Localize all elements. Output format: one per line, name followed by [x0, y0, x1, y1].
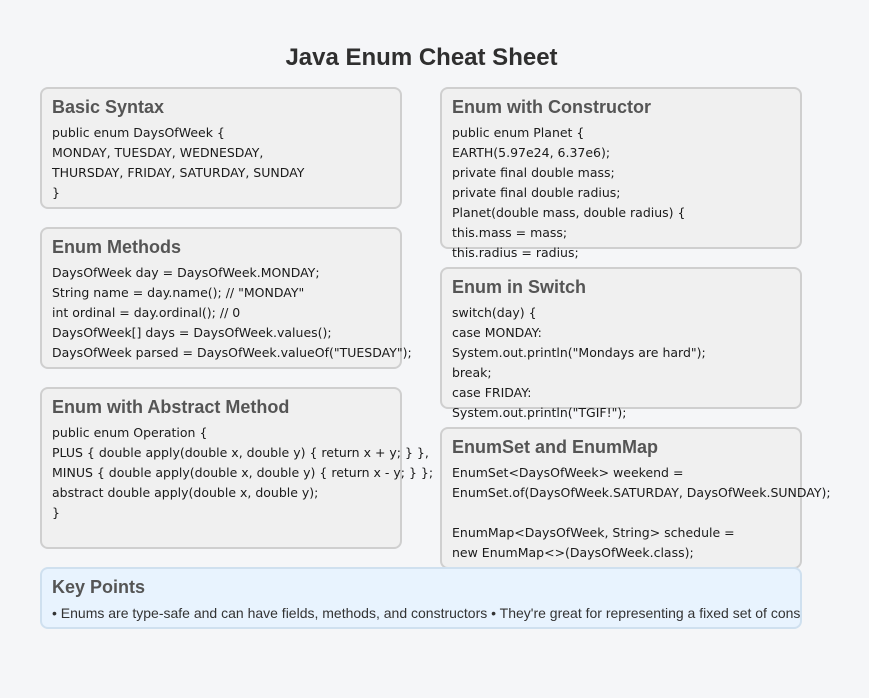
code-line: public enum Planet {	[452, 125, 585, 140]
cheat-sheet-page: Java Enum Cheat Sheet Basic Syntax publi…	[0, 0, 869, 698]
code-line: MONDAY, TUESDAY, WEDNESDAY,	[52, 145, 264, 160]
code-line: EnumSet.of(DaysOfWeek.SATURDAY, DaysOfWe…	[452, 485, 831, 500]
code-line: this.mass = mass;	[452, 225, 568, 240]
code-line: PLUS { double apply(double x, double y) …	[52, 445, 429, 460]
code-line: abstract double apply(double x, double y…	[52, 485, 319, 500]
code-block: public enum Operation { PLUS { double app…	[52, 423, 433, 523]
key-points-text: • Enums are type-safe and can have field…	[52, 605, 802, 621]
code-line: EARTH(5.97e24, 6.37e6);	[452, 145, 611, 160]
code-line: System.out.println("TGIF!");	[452, 405, 627, 420]
code-line: case FRIDAY:	[452, 385, 532, 400]
card-enumset-enummap: EnumSet and EnumMap EnumSet<DaysOfWeek> …	[440, 427, 831, 569]
card-heading: Enum Methods	[52, 237, 181, 257]
code-line: new EnumMap<>(DaysOfWeek.class);	[452, 545, 694, 560]
code-line: private final double mass;	[452, 165, 615, 180]
page-title: Java Enum Cheat Sheet	[285, 44, 558, 71]
card-abstract-method: Enum with Abstract Method public enum Op…	[40, 387, 433, 549]
code-line: }	[52, 185, 60, 200]
code-line: EnumSet<DaysOfWeek> weekend =	[452, 465, 684, 480]
code-line: int ordinal = day.ordinal(); // 0	[52, 305, 241, 320]
code-line: case MONDAY:	[452, 325, 542, 340]
card-key-points: Key Points • Enums are type-safe and can…	[40, 567, 802, 629]
code-line: MINUS { double apply(double x, double y)…	[52, 465, 434, 480]
card-heading: EnumSet and EnumMap	[452, 437, 659, 457]
code-line: private final double radius;	[452, 185, 621, 200]
code-line: EnumMap<DaysOfWeek, String> schedule =	[452, 525, 735, 540]
code-block: switch(day) { case MONDAY: System.out.prin…	[452, 303, 706, 423]
code-line: }	[52, 505, 60, 520]
code-line: break;	[452, 365, 492, 380]
card-enum-switch: Enum in Switch switch(day) { case MONDAY:…	[440, 267, 802, 420]
code-line: switch(day) {	[452, 305, 537, 320]
code-line: DaysOfWeek[] days = DaysOfWeek.values();	[52, 325, 332, 340]
card-heading: Enum with Constructor	[452, 97, 651, 117]
code-block: public enum DaysOfWeek { MONDAY, TUESDAY,…	[52, 123, 304, 203]
code-line: public enum DaysOfWeek {	[52, 125, 225, 140]
card-basic-syntax: Basic Syntax public enum DaysOfWeek { MON…	[40, 87, 402, 209]
code-block: EnumSet<DaysOfWeek> weekend = EnumSet.of(…	[452, 463, 831, 563]
card-heading: Basic Syntax	[52, 97, 165, 117]
code-line: this.radius = radius;	[452, 245, 579, 260]
code-line: Planet(double mass, double radius) {	[452, 205, 686, 220]
code-line: DaysOfWeek day = DaysOfWeek.MONDAY;	[52, 265, 320, 280]
card-heading: Enum with Abstract Method	[52, 397, 290, 417]
card-heading: Enum in Switch	[452, 277, 587, 297]
code-block: DaysOfWeek day = DaysOfWeek.MONDAY; Strin…	[52, 263, 412, 363]
code-line: String name = day.name(); // "MONDAY"	[52, 285, 305, 300]
card-heading: Key Points	[52, 577, 146, 597]
code-line: THURSDAY, FRIDAY, SATURDAY, SUNDAY	[52, 165, 305, 180]
code-line: DaysOfWeek parsed = DaysOfWeek.valueOf("…	[52, 345, 412, 360]
code-line: System.out.println("Mondays are hard");	[452, 345, 706, 360]
card-enum-methods: Enum Methods DaysOfWeek day = DaysOfWeek…	[40, 227, 412, 369]
code-line: public enum Operation {	[52, 425, 208, 440]
card-enum-constructor: Enum with Constructor public enum Planet…	[440, 87, 802, 260]
code-block: public enum Planet { EARTH(5.97e24, 6.37e…	[452, 123, 685, 263]
